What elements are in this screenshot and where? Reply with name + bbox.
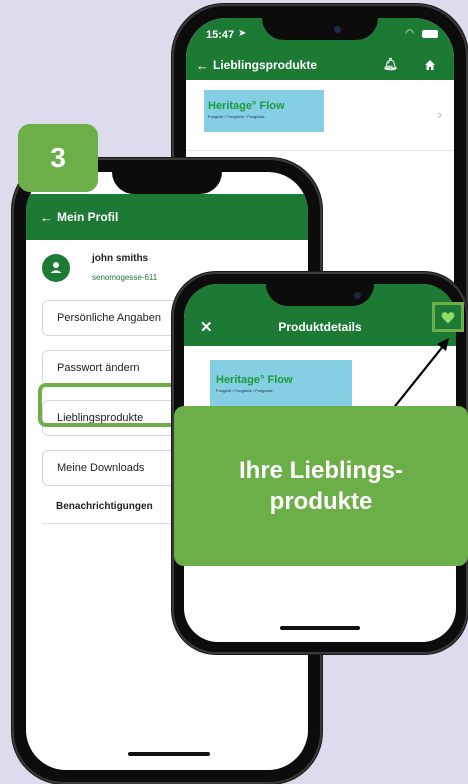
product-banner: Heritage° Flow Fungizid / Fungizide / Fu…: [210, 360, 352, 412]
step-number: 3: [50, 142, 66, 173]
notifications-section[interactable]: Benachrichtigungen: [42, 490, 192, 524]
menu-change-password[interactable]: Passwort ändern: [42, 350, 190, 386]
battery-icon: [422, 30, 438, 38]
callout-line-2: produkte: [269, 488, 373, 515]
camera-dot: [354, 292, 361, 299]
product-banner: Heritage° Flow Fungizid / Fungizide / Fu…: [204, 90, 324, 132]
chevron-right-icon: ›: [437, 106, 442, 122]
profile-navbar: ← Mein Profil: [26, 194, 308, 240]
favorites-navbar: ← Lieblingsprodukte 🔔︎: [186, 50, 454, 80]
home-indicator: [128, 752, 210, 756]
product-subtitle: Fungizid / Fungizide / Fungicida: [208, 114, 265, 119]
menu-personal-data[interactable]: Persönliche Angaben: [42, 300, 190, 336]
favorite-toggle[interactable]: [432, 302, 464, 332]
page-title: Mein Profil: [57, 210, 119, 224]
menu-downloads[interactable]: Meine Downloads: [42, 450, 190, 486]
camera-dot: [334, 26, 341, 33]
favorites-menu-highlight: [38, 383, 188, 427]
callout-box: Ihre Lieblings- produkte: [174, 406, 468, 566]
back-arrow-icon[interactable]: ←: [40, 210, 53, 225]
favorite-product-row[interactable]: Heritage° Flow Fungizid / Fungizide / Fu…: [186, 80, 454, 151]
product-subtitle: Fungizid / Fungizide / Fungicida: [216, 388, 273, 393]
home-indicator: [280, 626, 360, 630]
avatar: [42, 254, 70, 282]
callout-line-1: Ihre Lieblings-: [238, 456, 403, 484]
bell-icon[interactable]: 🔔︎: [383, 57, 398, 71]
user-icon: [50, 262, 62, 273]
notifications-label: Benachrichtigungen: [56, 501, 153, 512]
wifi-icon: ◠: [405, 28, 414, 39]
menu-label: Passwort ändern: [57, 362, 140, 374]
heart-icon: [441, 311, 455, 323]
user-email: senomogesse-611: [92, 273, 158, 282]
location-arrow-icon: ➤: [238, 28, 247, 39]
page-title: Produktdetails: [278, 320, 362, 334]
page-title: Lieblingsprodukte: [213, 58, 318, 72]
notch: [266, 284, 374, 306]
step-number-badge: 3: [18, 124, 98, 192]
user-name: john smiths: [92, 253, 149, 264]
back-arrow-icon[interactable]: ←: [196, 58, 209, 73]
home-icon[interactable]: [424, 59, 436, 71]
menu-label: Persönliche Angaben: [57, 312, 161, 324]
product-brand: Heritage° Flow: [208, 100, 285, 112]
status-time: 15:47: [206, 29, 235, 41]
notch: [112, 172, 222, 194]
notch: [262, 18, 378, 40]
menu-label: Meine Downloads: [57, 462, 145, 474]
product-brand: Heritage° Flow: [216, 374, 293, 386]
